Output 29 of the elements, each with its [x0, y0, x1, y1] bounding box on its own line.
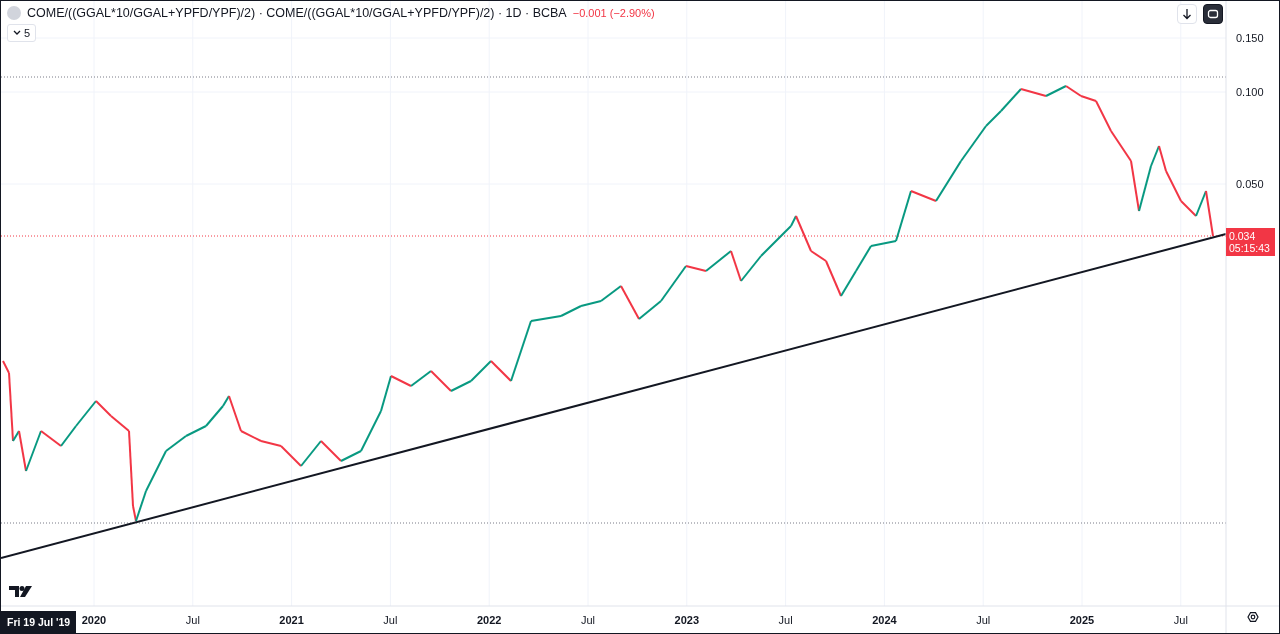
time-axis-label: Jul: [580, 614, 596, 626]
symbol-logo-icon: [7, 6, 21, 20]
logo-icon[interactable]: [9, 586, 32, 597]
frame-icon: [1207, 8, 1219, 20]
time-axis-label: 2023: [674, 614, 700, 626]
countdown-timer: 05:15:43: [1229, 242, 1271, 254]
symbol-title[interactable]: COME/((GGAL*10/GGAL+YPFD/YPF)/2) · COME/((GGAL*10/GGAL+YPFD/YPF)/2) · 1D · BCBA: [27, 6, 567, 20]
time-axis-label: Jul: [185, 614, 200, 626]
fullscreen-button[interactable]: [1203, 4, 1223, 24]
time-axis-label: 2024: [872, 614, 897, 626]
time-axis-label: 2022: [476, 614, 502, 626]
indicators-toggle-button[interactable]: 5: [7, 24, 37, 42]
price-axis-label: 0.150: [1236, 32, 1264, 44]
price-axis-label: 0.100: [1236, 86, 1264, 98]
time-axis-label: 2021: [279, 614, 304, 626]
price-axis-label: 0.050: [1236, 178, 1264, 190]
time-axis-label: Jul: [1173, 614, 1188, 626]
price-change: −0.001 (−2.90%): [572, 7, 655, 19]
scroll-to-latest-button[interactable]: [1177, 4, 1197, 24]
time-axis-label: Jul: [383, 614, 398, 626]
time-axis-label: Jul: [778, 614, 793, 626]
chevron-down-icon: [13, 30, 21, 36]
time-axis-label: 2025: [1069, 614, 1095, 626]
time-axis-label: Jul: [976, 614, 991, 626]
arrow-down-icon: [1182, 8, 1192, 20]
time-axis-label: 2020: [81, 614, 107, 626]
crosshair-date-label: Fri 19 Jul '19: [1, 611, 77, 633]
settings-icon[interactable]: [1247, 612, 1259, 622]
last-price: 0.034: [1229, 230, 1257, 242]
